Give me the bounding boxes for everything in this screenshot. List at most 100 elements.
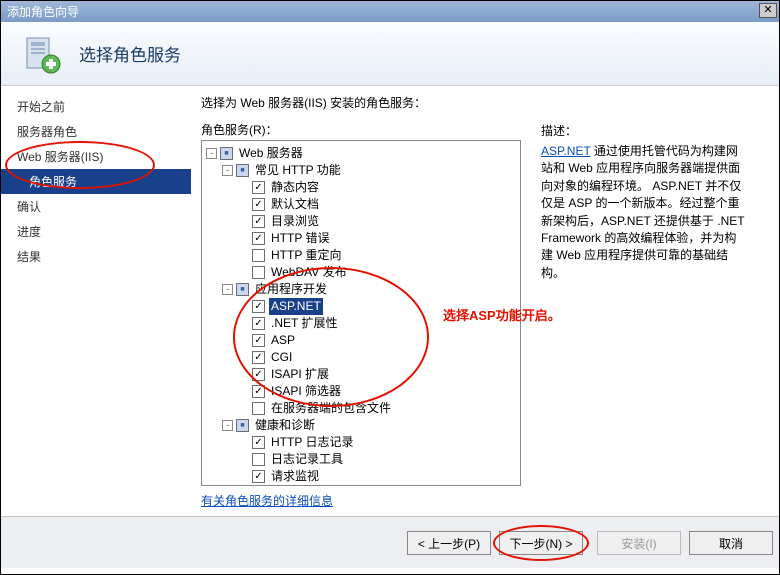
tree-node-label[interactable]: 日志记录工具 [269, 451, 345, 468]
tree-checkbox[interactable] [220, 147, 233, 160]
tree-node-label[interactable]: 常见 HTTP 功能 [253, 162, 343, 179]
tree-node-label[interactable]: 静态内容 [269, 179, 321, 196]
wizard-icon [21, 34, 61, 74]
description-body: ASP.NET 通过使用托管代码为构建网站和 Web 应用程序向服务器端提供面向… [541, 143, 746, 282]
toggle-spacer [238, 454, 249, 465]
tree-node[interactable]: WebDAV 发布 [204, 264, 518, 281]
install-button: 安装(I) [597, 531, 681, 555]
tree-node[interactable]: ISAPI 扩展 [204, 366, 518, 383]
tree-node[interactable]: HTTP 重定向 [204, 247, 518, 264]
tree-node-label[interactable]: 在服务器端的包含文件 [269, 400, 393, 417]
tree-checkbox[interactable] [252, 470, 265, 483]
tree-checkbox[interactable] [252, 385, 265, 398]
tree-checkbox[interactable] [252, 334, 265, 347]
tree-node-label[interactable]: .NET 扩展性 [269, 315, 339, 332]
page-heading: 选择角色服务 [79, 41, 181, 66]
description-text: 通过使用托管代码为构建网站和 Web 应用程序向服务器端提供面向对象的编程环境。… [541, 144, 744, 280]
toggle-spacer [238, 216, 249, 227]
tree-node[interactable]: 请求监视 [204, 468, 518, 485]
tree-node[interactable]: ASP [204, 332, 518, 349]
tree-checkbox[interactable] [236, 283, 249, 296]
collapse-icon[interactable]: - [222, 420, 233, 431]
tree-node-label[interactable]: 默认文档 [269, 196, 321, 213]
tree-node[interactable]: - 常见 HTTP 功能 [204, 162, 518, 179]
step-web-server-iis[interactable]: Web 服务器(IIS) [1, 144, 191, 169]
tree-checkbox[interactable] [252, 266, 265, 279]
tree-node-label[interactable]: 应用程序开发 [253, 281, 329, 298]
description-panel: 描述： ASP.NET 通过使用托管代码为构建网站和 Web 应用程序向服务器端… [541, 122, 746, 282]
tree-node[interactable]: - 健康和诊断 [204, 417, 518, 434]
previous-button[interactable]: < 上一步(P) [407, 531, 491, 555]
tree-checkbox[interactable] [252, 402, 265, 415]
collapse-icon[interactable]: - [222, 165, 233, 176]
tree-node-label[interactable]: 目录浏览 [269, 213, 321, 230]
tree-checkbox[interactable] [252, 368, 265, 381]
tree-node-label[interactable]: WebDAV 发布 [269, 264, 349, 281]
toggle-spacer [238, 301, 249, 312]
toggle-spacer [238, 437, 249, 448]
tree-checkbox[interactable] [252, 300, 265, 313]
tree-node-label[interactable]: ISAPI 扩展 [269, 366, 331, 383]
next-button[interactable]: 下一步(N) > [499, 531, 583, 555]
description-label: 描述： [541, 122, 746, 139]
tree-node-label[interactable]: 跟踪 [269, 485, 297, 486]
role-services-details-link[interactable]: 有关角色服务的详细信息 [201, 492, 333, 509]
tree-node-label[interactable]: ASP [269, 332, 297, 349]
tree-checkbox[interactable] [252, 249, 265, 262]
tree-node[interactable]: 在服务器端的包含文件 [204, 400, 518, 417]
tree-node[interactable]: ISAPI 筛选器 [204, 383, 518, 400]
role-services-tree[interactable]: -Web 服务器-常见 HTTP 功能静态内容默认文档目录浏览HTTP 错误HT… [201, 140, 521, 486]
tree-checkbox[interactable] [236, 164, 249, 177]
step-progress[interactable]: 进度 [1, 219, 191, 244]
collapse-icon[interactable]: - [222, 284, 233, 295]
tree-node[interactable]: HTTP 日志记录 [204, 434, 518, 451]
tree-node[interactable]: - 应用程序开发 [204, 281, 518, 298]
tree-node[interactable]: 默认文档 [204, 196, 518, 213]
tree-node-label[interactable]: HTTP 错误 [269, 230, 331, 247]
tree-node[interactable]: 日志记录工具 [204, 451, 518, 468]
tree-checkbox[interactable] [252, 436, 265, 449]
tree-node[interactable]: 跟踪 [204, 485, 518, 486]
description-link[interactable]: ASP.NET [541, 144, 591, 158]
tree-node-label[interactable]: ASP.NET [269, 298, 323, 315]
step-results[interactable]: 结果 [1, 244, 191, 269]
tree-node-label[interactable]: HTTP 重定向 [269, 247, 343, 264]
toggle-spacer [238, 369, 249, 380]
tree-node[interactable]: HTTP 错误 [204, 230, 518, 247]
tree-node-label[interactable]: 健康和诊断 [253, 417, 317, 434]
tree-node-label[interactable]: CGI [269, 349, 294, 366]
close-button[interactable]: ✕ [759, 3, 777, 18]
tree-node-label[interactable]: Web 服务器 [237, 145, 305, 162]
tree-checkbox[interactable] [252, 453, 265, 466]
toggle-spacer [238, 318, 249, 329]
tree-checkbox[interactable] [252, 181, 265, 194]
collapse-icon[interactable]: - [206, 148, 217, 159]
tree-checkbox[interactable] [252, 317, 265, 330]
step-before-begin[interactable]: 开始之前 [1, 94, 191, 119]
tree-node-label[interactable]: 请求监视 [269, 468, 321, 485]
tree-node-label[interactable]: ISAPI 筛选器 [269, 383, 343, 400]
tree-node[interactable]: - Web 服务器 [204, 145, 518, 162]
tree-checkbox[interactable] [252, 351, 265, 364]
wizard-body: 开始之前 服务器角色 Web 服务器(IIS) 角色服务 确认 进度 结果 选择… [1, 86, 779, 516]
toggle-spacer [238, 182, 249, 193]
toggle-spacer [238, 471, 249, 482]
tree-checkbox[interactable] [236, 419, 249, 432]
tree-checkbox[interactable] [252, 198, 265, 211]
tree-checkbox[interactable] [252, 232, 265, 245]
tree-node-label[interactable]: HTTP 日志记录 [269, 434, 355, 451]
step-server-roles[interactable]: 服务器角色 [1, 119, 191, 144]
tree-node[interactable]: 静态内容 [204, 179, 518, 196]
tree-node[interactable]: CGI [204, 349, 518, 366]
button-bar: < 上一步(P) 下一步(N) > 安装(I) 取消 [1, 516, 779, 568]
steps-sidebar: 开始之前 服务器角色 Web 服务器(IIS) 角色服务 确认 进度 结果 [1, 86, 191, 516]
cancel-button[interactable]: 取消 [689, 531, 773, 555]
step-confirmation[interactable]: 确认 [1, 194, 191, 219]
step-role-services[interactable]: 角色服务 [1, 169, 191, 194]
tree-node[interactable]: 目录浏览 [204, 213, 518, 230]
tree-node[interactable]: .NET 扩展性 [204, 315, 518, 332]
tree-checkbox[interactable] [252, 215, 265, 228]
tree-node[interactable]: ASP.NET [204, 298, 518, 315]
toggle-spacer [238, 335, 249, 346]
prompt-text: 选择为 Web 服务器(IIS) 安装的角色服务： [201, 94, 765, 111]
